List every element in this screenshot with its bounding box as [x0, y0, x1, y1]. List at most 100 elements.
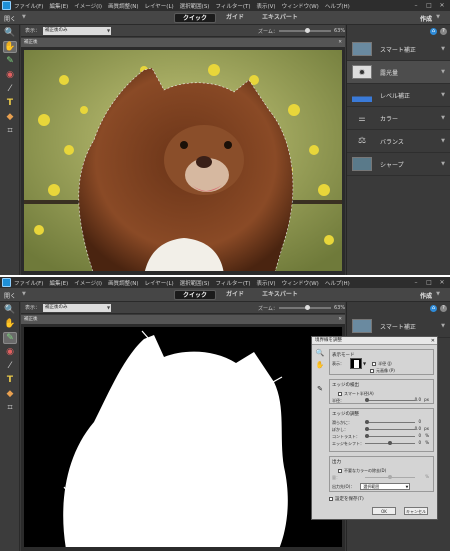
zoom-tool-icon[interactable]: 🔍: [3, 304, 17, 316]
whiten-teeth-tool-icon[interactable]: ⁄: [3, 83, 17, 95]
spot-healing-tool-icon[interactable]: ◆: [3, 388, 17, 400]
menu-item[interactable]: ヘルプ(H): [325, 2, 350, 10]
show-radius-checkbox[interactable]: [372, 361, 377, 366]
type-tool-icon[interactable]: T: [3, 374, 17, 386]
open-button[interactable]: 開く: [4, 291, 16, 300]
radius-slider-knob[interactable]: [365, 398, 369, 402]
feather-value[interactable]: 0.0: [415, 426, 421, 431]
maximize-icon[interactable]: □: [425, 2, 433, 9]
close-icon[interactable]: ✕: [338, 315, 342, 324]
adjustment-item-exposure[interactable]: ✹ 露光量 ▼: [347, 61, 450, 84]
tab-expert[interactable]: エキスパート: [254, 13, 306, 23]
chevron-down-icon[interactable]: ▼: [441, 115, 445, 121]
radius-slider[interactable]: [365, 398, 415, 402]
hand-tool-icon[interactable]: ✋: [3, 41, 17, 53]
shift-edge-slider-knob[interactable]: [388, 441, 392, 445]
chevron-down-icon[interactable]: ▼: [22, 291, 26, 297]
decontaminate-checkbox[interactable]: [338, 468, 342, 473]
tab-expert[interactable]: エキスパート: [254, 290, 306, 300]
adjustment-item-color[interactable]: ⚌ カラー ▼: [347, 107, 450, 130]
smart-radius-checkbox[interactable]: [338, 391, 342, 396]
hand-tool-icon[interactable]: ✋: [3, 318, 17, 330]
smooth-slider-knob[interactable]: [365, 420, 369, 424]
minimize-icon[interactable]: –: [412, 279, 420, 286]
menu-item[interactable]: 選択範囲(S): [180, 279, 210, 287]
menu-item[interactable]: ファイル(F): [14, 2, 43, 10]
contrast-slider[interactable]: [365, 434, 415, 438]
menu-item[interactable]: 選択範囲(S): [180, 2, 210, 10]
smooth-value[interactable]: 0: [418, 419, 421, 424]
chevron-down-icon[interactable]: ▼: [441, 161, 445, 167]
show-original-checkbox[interactable]: [370, 368, 374, 373]
view-select[interactable]: 補正後のみ: [43, 303, 112, 312]
adjustment-item-levels[interactable]: レベル補正 ▼: [347, 84, 450, 107]
open-button[interactable]: 開く: [4, 14, 16, 23]
remember-checkbox[interactable]: [329, 497, 333, 501]
mask-canvas[interactable]: [24, 327, 342, 547]
chevron-down-icon[interactable]: ▼: [441, 69, 445, 75]
tab-guided[interactable]: ガイド: [218, 13, 252, 23]
view-select[interactable]: 補正後のみ: [43, 26, 112, 35]
chevron-down-icon[interactable]: ▼: [441, 138, 445, 144]
chevron-down-icon[interactable]: ▼: [441, 323, 445, 329]
shift-edge-slider[interactable]: [365, 441, 415, 445]
zoom-slider-knob[interactable]: [305, 305, 310, 310]
maximize-icon[interactable]: □: [425, 279, 433, 286]
crop-tool-icon[interactable]: ⌗: [3, 402, 17, 414]
menu-item[interactable]: ヘルプ(H): [325, 279, 350, 287]
chevron-down-icon[interactable]: ▼: [22, 14, 26, 20]
menu-item[interactable]: 編集(E): [49, 2, 68, 10]
create-button[interactable]: 作成: [420, 291, 432, 300]
menu-item[interactable]: 画質調整(N): [108, 2, 138, 10]
menu-item[interactable]: レイヤー(L): [144, 2, 173, 10]
hand-tool-icon[interactable]: ✋: [315, 361, 325, 371]
tab-guided[interactable]: ガイド: [218, 290, 252, 300]
menu-item[interactable]: 表示(V): [257, 279, 276, 287]
photo-canvas[interactable]: [24, 50, 342, 271]
view-dropdown-icon[interactable]: ▼: [363, 361, 366, 366]
shift-edge-value[interactable]: 0: [418, 440, 421, 445]
spot-healing-tool-icon[interactable]: ◆: [3, 111, 17, 123]
zoom-slider[interactable]: [279, 305, 331, 310]
amount-slider[interactable]: [365, 475, 415, 479]
tab-quick[interactable]: クイック: [174, 13, 217, 23]
zoom-tool-icon[interactable]: 🔍: [315, 349, 325, 359]
ok-button[interactable]: OK: [372, 507, 396, 515]
contrast-value[interactable]: 0: [418, 433, 421, 438]
quick-selection-tool-icon[interactable]: ✎: [3, 55, 17, 67]
amount-slider-knob[interactable]: [388, 475, 392, 479]
cancel-button[interactable]: キャンセル: [404, 507, 428, 515]
feather-slider-knob[interactable]: [365, 427, 369, 431]
menu-item[interactable]: ファイル(F): [14, 279, 43, 287]
chevron-down-icon[interactable]: ▼: [441, 46, 445, 52]
home-icon[interactable]: ⌂: [430, 305, 437, 312]
adjustment-item-smart-fix[interactable]: スマート補正 ▼: [347, 38, 450, 61]
close-icon[interactable]: ✕: [438, 2, 446, 9]
radius-value[interactable]: 0.0: [415, 397, 421, 402]
adjustment-item-balance[interactable]: ⚖ バランス ▼: [347, 130, 450, 153]
create-button[interactable]: 作成: [420, 14, 432, 23]
quick-selection-tool-icon[interactable]: ✎: [3, 332, 17, 344]
red-eye-tool-icon[interactable]: ◉: [3, 346, 17, 358]
menu-item[interactable]: 編集(E): [49, 279, 68, 287]
feather-slider[interactable]: [365, 427, 415, 431]
close-icon[interactable]: ✕: [338, 38, 342, 47]
menu-item[interactable]: イメージ(I): [74, 2, 102, 10]
home-icon[interactable]: ⌂: [430, 28, 437, 35]
smooth-slider[interactable]: [365, 420, 415, 424]
tab-quick[interactable]: クイック: [174, 290, 217, 300]
menu-item[interactable]: イメージ(I): [74, 279, 102, 287]
menu-item[interactable]: レイヤー(L): [144, 279, 173, 287]
zoom-tool-icon[interactable]: 🔍: [3, 27, 17, 39]
whiten-teeth-tool-icon[interactable]: ⁄: [3, 360, 17, 372]
zoom-slider-knob[interactable]: [305, 28, 310, 33]
menu-item[interactable]: 表示(V): [257, 2, 276, 10]
info-icon[interactable]: ?: [440, 305, 447, 312]
menu-item[interactable]: フィルター(T): [215, 2, 250, 10]
adjustment-item-smart-fix[interactable]: スマート補正 ▼: [347, 315, 450, 338]
menu-item[interactable]: ウィンドウ(W): [282, 279, 319, 287]
minimize-icon[interactable]: –: [412, 2, 420, 9]
output-to-select[interactable]: 選択範囲 ▼: [360, 483, 411, 490]
menu-item[interactable]: 画質調整(N): [108, 279, 138, 287]
menu-item[interactable]: ウィンドウ(W): [282, 2, 319, 10]
